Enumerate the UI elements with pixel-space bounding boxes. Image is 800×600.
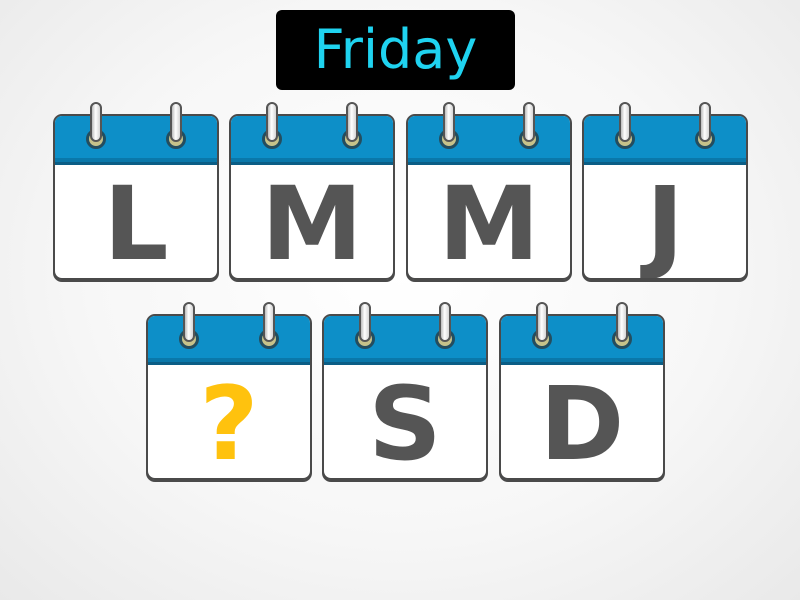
calendar-page: J xyxy=(582,114,748,280)
binder-ring-icon xyxy=(183,302,195,342)
question-mark-icon: ? xyxy=(199,365,259,480)
calendar-card-miercoles[interactable]: M xyxy=(406,102,572,282)
binder-ring-icon xyxy=(699,102,711,142)
calendar-letter: S xyxy=(368,365,442,480)
calendar-card-martes[interactable]: M xyxy=(229,102,395,282)
calendar-header xyxy=(584,116,746,165)
calendar-letter: L xyxy=(103,165,169,280)
binder-ring-icon xyxy=(536,302,548,342)
calendar-header xyxy=(501,316,663,365)
binder-ring-icon xyxy=(439,302,451,342)
binder-ring-icon xyxy=(616,302,628,342)
calendar-card-domingo[interactable]: D xyxy=(499,302,665,482)
binder-ring-icon xyxy=(523,102,535,142)
calendar-page: L xyxy=(53,114,219,280)
calendar-card-sabado[interactable]: S xyxy=(322,302,488,482)
calendar-page: M xyxy=(229,114,395,280)
calendar-card-jueves[interactable]: J xyxy=(582,102,748,282)
calendar-header xyxy=(231,116,393,165)
calendar-letter: M xyxy=(261,165,363,280)
calendar-letter: D xyxy=(539,365,625,480)
binder-ring-icon xyxy=(263,302,275,342)
calendar-letter: J xyxy=(646,165,684,280)
calendar-header xyxy=(148,316,310,365)
calendar-page: M xyxy=(406,114,572,280)
binder-ring-icon xyxy=(90,102,102,142)
calendar-page: D xyxy=(499,314,665,480)
calendar-card-viernes[interactable]: ? xyxy=(146,302,312,482)
calendar-letter: M xyxy=(438,165,540,280)
title-text: Friday xyxy=(313,18,478,81)
binder-ring-icon xyxy=(266,102,278,142)
binder-ring-icon xyxy=(619,102,631,142)
binder-ring-icon xyxy=(346,102,358,142)
calendar-page: ? xyxy=(146,314,312,480)
calendar-header xyxy=(408,116,570,165)
calendar-page: S xyxy=(322,314,488,480)
title-banner: Friday xyxy=(276,10,515,90)
calendar-header xyxy=(324,316,486,365)
binder-ring-icon xyxy=(170,102,182,142)
binder-ring-icon xyxy=(443,102,455,142)
calendar-header xyxy=(55,116,217,165)
calendar-card-lunes[interactable]: L xyxy=(53,102,219,282)
binder-ring-icon xyxy=(359,302,371,342)
